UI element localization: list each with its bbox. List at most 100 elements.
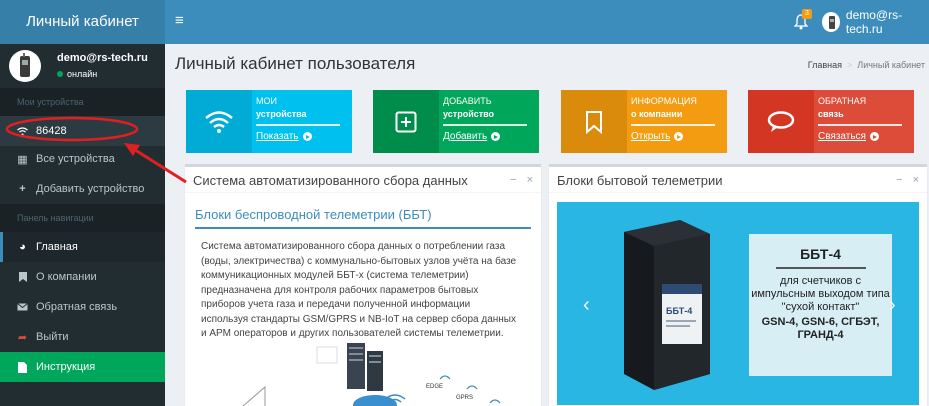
sidebar-item-label: О компании — [36, 271, 97, 283]
tile-action-link[interactable]: Показать — [256, 131, 312, 142]
sidebar-item-label: Выйти — [36, 331, 69, 343]
tile-line1: ОБРАТНАЯ — [818, 96, 867, 106]
promo-divider — [775, 267, 866, 269]
sidebar: demo@rs-tech.ru онлайн Мои устройства 86… — [0, 44, 165, 406]
online-dot-icon — [57, 71, 63, 77]
product-image: ББТ-4 — [624, 220, 710, 390]
sidebar-header-nav: Панель навигации — [0, 204, 165, 232]
legend-card — [316, 346, 338, 364]
promo-card: ББТ-4 для счетчиков с импульсным выходом… — [749, 234, 892, 376]
gprs-label: GPRS — [456, 395, 473, 401]
share-arrow-icon: ➦ — [17, 331, 28, 344]
sidebar-item-label: Инструкция — [36, 361, 96, 373]
wifi-icon — [17, 126, 28, 137]
sidebar-item-add-device[interactable]: + Добавить устройство — [0, 174, 165, 204]
sidebar-item-all-devices[interactable]: ▦ Все устройства — [0, 144, 165, 174]
breadcrumb-current: Личный кабинет — [857, 60, 925, 70]
close-icon[interactable]: × — [527, 174, 533, 186]
tile-line2: устройство — [443, 109, 495, 119]
tile-line2: устройства — [256, 109, 307, 119]
tile-divider — [818, 124, 902, 126]
tile-company-info[interactable]: ИНФОРМАЦИЯ о компании Открыть — [561, 90, 727, 153]
tile-feedback[interactable]: ОБРАТНАЯ связь Связаться — [748, 90, 914, 153]
box-telemetry-units: Блоки бытовой телеметрии − × ББТ-4 ББТ-4… — [549, 164, 927, 406]
table-icon: ▦ — [17, 153, 28, 166]
arrow-circle-icon — [491, 132, 501, 141]
user-menu[interactable]: demo@rs-tech.ru — [822, 8, 929, 36]
user-status-label: онлайн — [67, 69, 98, 79]
tile-action-link[interactable]: Открыть — [631, 131, 684, 142]
sidebar-item-manual[interactable]: Инструкция — [0, 352, 165, 382]
sidebar-item-device[interactable]: 86428 — [0, 116, 165, 146]
tile-add-device[interactable]: ДОБАВИТЬ устройство Добавить — [373, 90, 539, 153]
tile-line1: ДОБАВИТЬ — [443, 96, 492, 106]
tile-divider — [256, 124, 340, 126]
box-tools: − × — [896, 174, 919, 186]
tile-line2: о компании — [631, 109, 683, 119]
user-panel-email: demo@rs-tech.ru — [57, 52, 148, 64]
box-tools: − × — [510, 174, 533, 186]
minimize-icon[interactable]: − — [896, 174, 902, 186]
breadcrumb: Главная > Личный кабинет — [808, 60, 925, 70]
sidebar-item-home[interactable]: ◕ Главная — [0, 232, 165, 262]
sidebar-item-label: Добавить устройство — [36, 183, 145, 195]
wifi-icon — [186, 90, 252, 153]
promo-models: GSN-4, GSN-6, СГБЭТ, ГРАНД-4 — [761, 316, 880, 341]
section-heading: Блоки беспроводной телеметрии (ББТ) — [195, 207, 531, 229]
chevron-left-icon[interactable]: ‹ — [583, 294, 590, 317]
avatar — [9, 50, 41, 82]
tile-action-label: Открыть — [631, 131, 671, 142]
arrow-circle-icon — [869, 132, 879, 141]
tile-line1: МОИ — [256, 96, 277, 106]
tile-action-label: Добавить — [443, 131, 488, 142]
plus-icon: + — [19, 183, 26, 195]
system-diagram: EDGE GPRS — [242, 343, 501, 406]
envelope-icon — [17, 302, 28, 313]
chevron-right-icon[interactable]: › — [889, 294, 896, 317]
user-status: онлайн — [57, 69, 97, 79]
sidebar-item-about[interactable]: О компании — [0, 262, 165, 292]
arrow-circle-icon — [302, 132, 312, 141]
breadcrumb-home[interactable]: Главная — [808, 60, 842, 70]
user-panel: demo@rs-tech.ru онлайн — [0, 44, 165, 88]
breadcrumb-separator: > — [847, 60, 853, 70]
product-carousel[interactable]: ББТ-4 ББТ-4 для счетчиков с импульсным в… — [557, 202, 919, 405]
tile-divider — [631, 124, 715, 126]
sidebar-item-label: 86428 — [36, 125, 67, 137]
app-frame: Личный кабинет ≡ 3 demo@rs-tech.ru demo@… — [0, 0, 929, 406]
dashboard-icon: ◕ — [19, 241, 26, 253]
promo-heading: ББТ-4 — [800, 246, 841, 262]
sidebar-item-label: Все устройства — [36, 153, 115, 165]
bookmark-icon — [561, 90, 627, 153]
minimize-icon[interactable]: − — [510, 174, 516, 186]
tile-line2: связь — [818, 109, 844, 119]
tile-line1: ИНФОРМАЦИЯ — [631, 96, 697, 106]
box-data-collection: Система автоматизированного сбора данных… — [185, 164, 541, 406]
notification-badge: 3 — [802, 9, 812, 19]
bookmark-icon — [17, 272, 28, 283]
tile-action-link[interactable]: Добавить — [443, 131, 501, 142]
box-title: Система автоматизированного сбора данных — [193, 173, 468, 188]
sidebar-item-feedback[interactable]: Обратная связь — [0, 292, 165, 322]
server-rack-icon — [347, 343, 383, 391]
product-label: ББТ-4 — [666, 306, 692, 316]
user-email: demo@rs-tech.ru — [845, 8, 903, 36]
tile-my-devices[interactable]: МОИ устройства Показать — [186, 90, 352, 153]
page-title: Личный кабинет пользователя — [175, 54, 416, 73]
sidebar-item-logout[interactable]: ➦ Выйти — [0, 322, 165, 352]
box-title: Блоки бытовой телеметрии — [557, 173, 723, 188]
avatar — [822, 12, 840, 32]
tile-action-label: Связаться — [818, 131, 866, 142]
sidebar-header-devices: Мои устройства — [0, 88, 165, 116]
file-icon — [17, 361, 28, 373]
tile-action-link[interactable]: Связаться — [818, 131, 879, 142]
close-icon[interactable]: × — [913, 174, 919, 186]
app-logo[interactable]: Личный кабинет — [0, 0, 165, 44]
box-header: Блоки бытовой телеметрии − × — [549, 167, 927, 193]
arrow-circle-icon — [674, 132, 684, 141]
menu-toggle-icon[interactable]: ≡ — [175, 13, 189, 28]
sidebar-item-label: Главная — [36, 241, 78, 253]
edge-label: EDGE — [426, 384, 443, 390]
top-navbar: Личный кабинет ≡ 3 demo@rs-tech.ru — [0, 0, 929, 44]
promo-body: для счетчиков с импульсным выходом типа … — [751, 275, 890, 313]
